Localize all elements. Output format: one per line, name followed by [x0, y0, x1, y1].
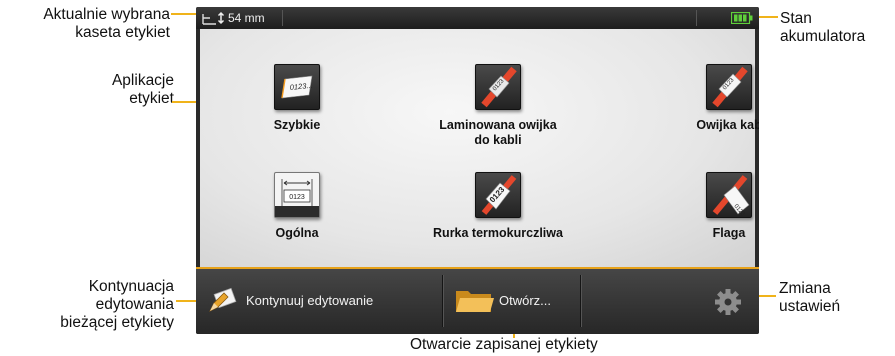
app-flag[interactable]: 0123 Flaga: [649, 172, 759, 241]
open-button[interactable]: Otwórz...: [443, 269, 580, 334]
gear-icon: [714, 288, 742, 321]
pencil-icon: [208, 285, 238, 320]
bottom-toolbar: Kontynuuj edytowanie Otwórz...: [196, 267, 759, 334]
device-screen: 54 mm 0123... Szybkie 0123 Laminowana ow…: [196, 7, 759, 334]
flag-label-icon: 0123: [706, 172, 752, 218]
app-flag-label: Flaga: [712, 226, 746, 240]
battery-icon: [730, 11, 753, 27]
heat-shrink-tube-icon: 0123: [475, 172, 521, 218]
app-general[interactable]: 0123 Ogólna: [217, 172, 377, 241]
folder-icon: [455, 288, 495, 319]
app-cable-wrap[interactable]: 0123 Owijka kab: [649, 64, 759, 133]
cassette-size: 54 mm: [228, 11, 265, 25]
app-general-label: Ogólna: [275, 226, 319, 240]
callout-open: Otwarcie zapisanej etykiety: [410, 336, 598, 353]
cable-wrap-icon: 0123: [706, 64, 752, 110]
app-heat-shrink-tube[interactable]: 0123 Rurka termokurczliwa: [418, 172, 578, 241]
settings-button[interactable]: [684, 269, 759, 334]
app-heat-shrink-tube-label: Rurka termokurczliwa: [433, 226, 563, 240]
status-bar: 54 mm: [196, 7, 759, 29]
callout-apps: Aplikacje etykiet: [111, 72, 174, 107]
callout-cassette: Aktualnie wybrana kaseta etykiet: [43, 6, 170, 41]
quick-label-icon: 0123...: [274, 64, 320, 110]
open-label: Otwórz...: [499, 293, 552, 308]
label-applications-panel: 0123... Szybkie 0123 Laminowana owijka d…: [200, 29, 759, 267]
cassette-icon: [202, 11, 226, 28]
general-label-icon: 0123: [274, 172, 320, 218]
callout-continue: Kontynuacja edytowania bieżącej etykiety: [60, 278, 174, 331]
app-cable-wrap-label: Owijka kab: [696, 118, 759, 132]
app-quick-label: Szybkie: [273, 118, 321, 132]
continue-editing-label: Kontynuuj edytowanie: [246, 293, 374, 308]
svg-text:0123: 0123: [289, 194, 305, 201]
laminated-cable-wrap-icon: 0123: [475, 64, 521, 110]
callout-battery: Stan akumulatora: [780, 10, 866, 45]
app-quick[interactable]: 0123... Szybkie: [217, 64, 377, 133]
app-laminated-cable-wrap-label: Laminowana owijka do kabli: [439, 118, 557, 147]
app-laminated-cable-wrap[interactable]: 0123 Laminowana owijka do kabli: [418, 64, 578, 148]
callout-settings: Zmiana ustawień: [779, 280, 841, 315]
continue-editing-button[interactable]: Kontynuuj edytowanie: [196, 269, 442, 334]
